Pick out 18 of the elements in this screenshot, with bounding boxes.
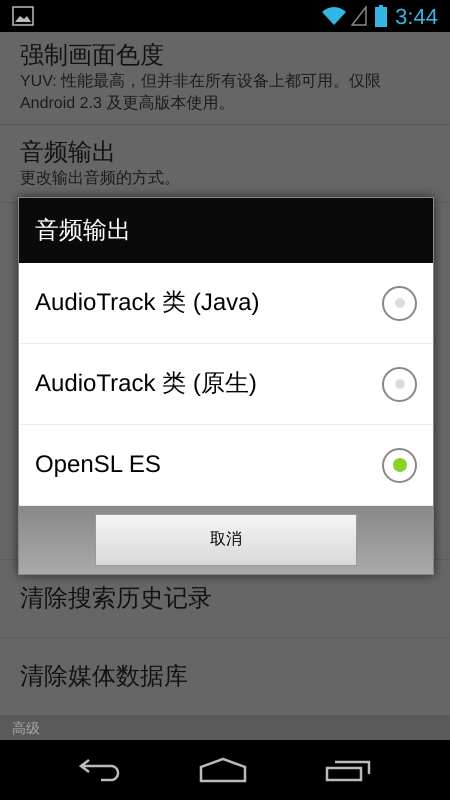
- battery-icon: [375, 5, 388, 27]
- status-time: 3:44: [395, 2, 438, 30]
- recent-apps-icon[interactable]: [325, 758, 371, 782]
- radio-button[interactable]: [382, 448, 417, 482]
- section-header: 高级: [12, 718, 40, 738]
- home-icon[interactable]: [199, 757, 247, 783]
- cancel-button[interactable]: 取消: [95, 514, 357, 566]
- dialog-title: 音频输出: [35, 216, 131, 246]
- back-icon[interactable]: [79, 758, 121, 782]
- radio-option[interactable]: AudioTrack 类 (原生): [19, 344, 433, 425]
- setting-summary: YUV: 性能最高，但并非在所有设备上都可用。仅限 Android 2.3 及更高版本使用。: [20, 72, 382, 114]
- radio-option[interactable]: AudioTrack 类 (Java): [19, 263, 433, 344]
- image-notification-icon: [12, 6, 34, 26]
- wifi-icon: [321, 6, 348, 26]
- setting-summary: 更改输出音频的方式。: [20, 168, 181, 189]
- radio-button[interactable]: [382, 366, 417, 402]
- radio-button[interactable]: [382, 286, 417, 320]
- signal-icon: [351, 6, 368, 26]
